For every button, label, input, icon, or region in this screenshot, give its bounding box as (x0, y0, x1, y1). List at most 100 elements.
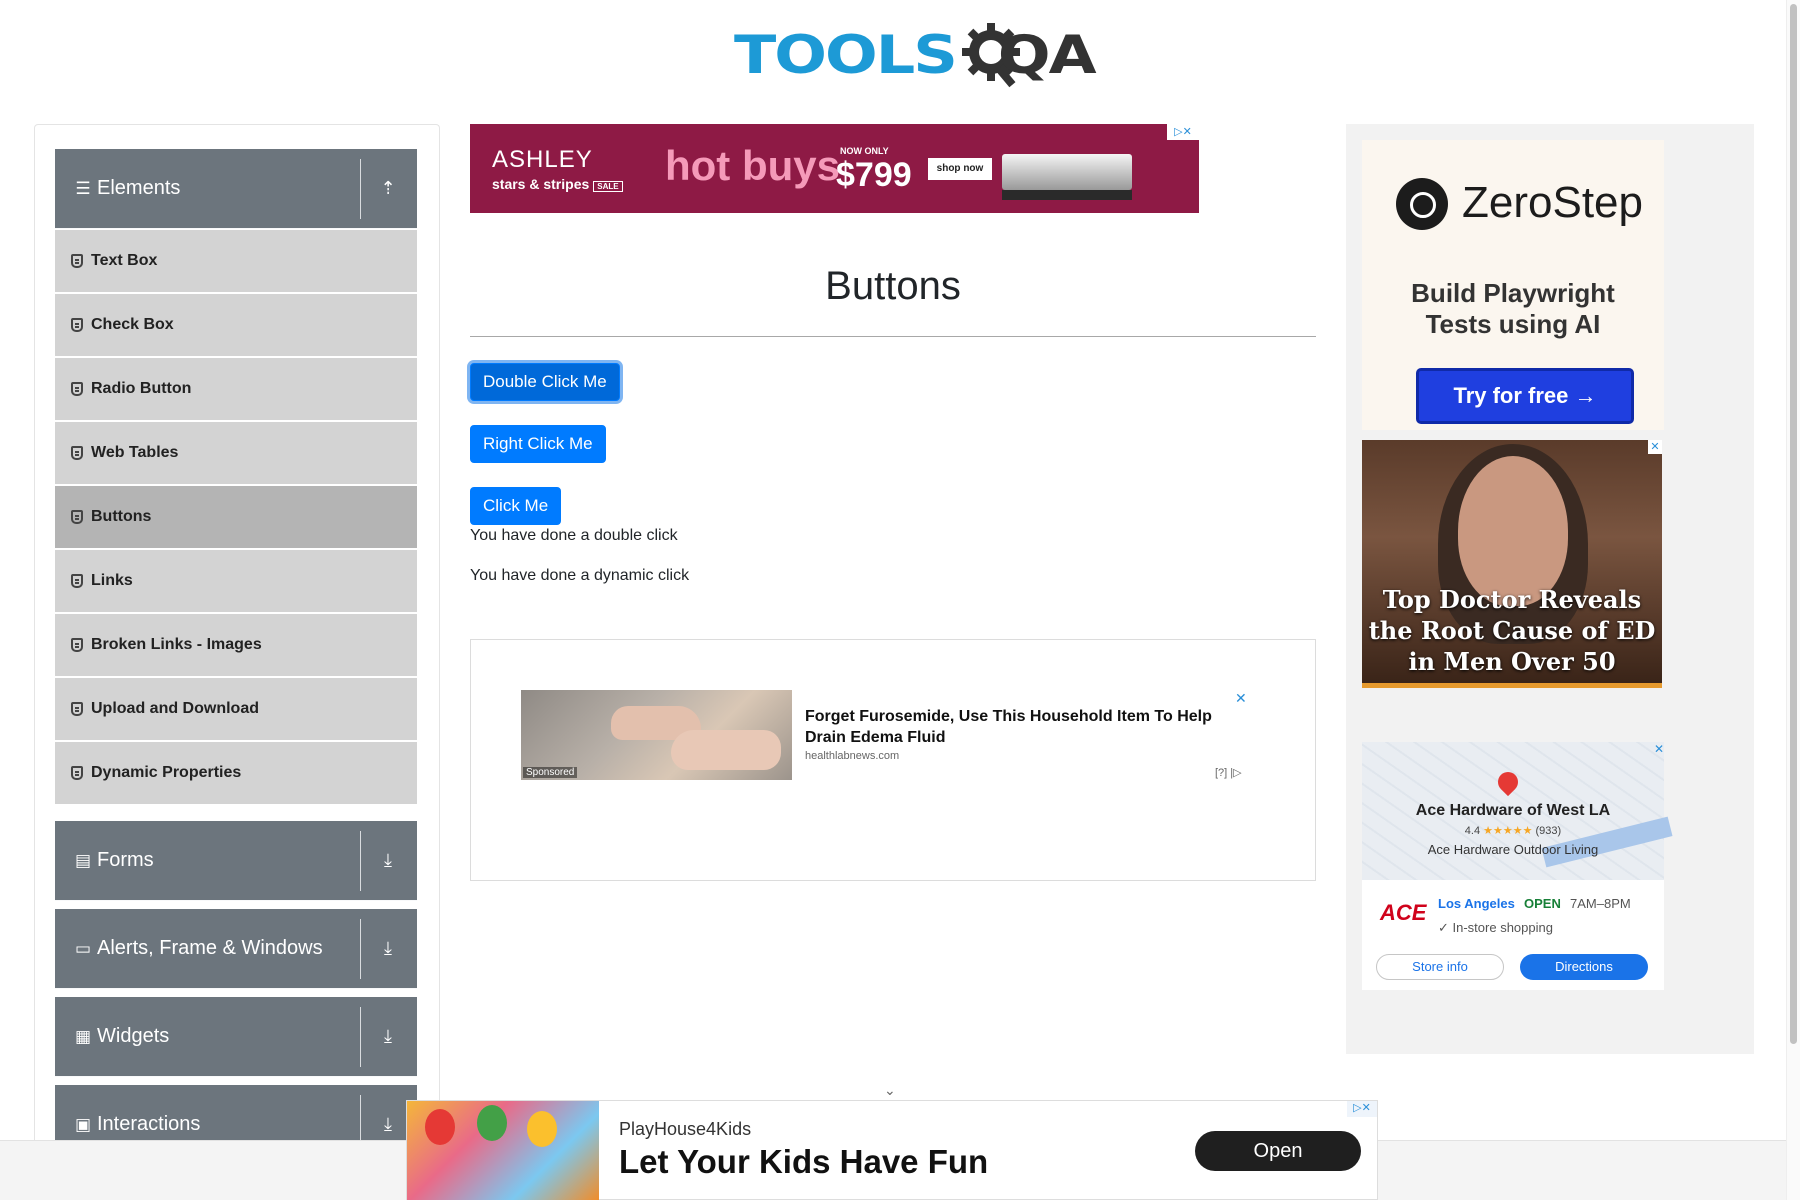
ad-headline-link[interactable]: Forget Furosemide, Use This Household It… (805, 706, 1225, 748)
divider (360, 1006, 361, 1067)
store-info-button[interactable]: Store info (1376, 954, 1504, 980)
sidebar-item-dynamic-properties[interactable]: Dynamic Properties (55, 742, 417, 804)
divider (360, 830, 361, 891)
sidebar-item-label: Radio Button (91, 380, 192, 397)
logo-qa-text: QA (997, 22, 1097, 86)
shop-now-button[interactable]: shop now (928, 158, 992, 180)
right-click-button[interactable]: Right Click Me (470, 425, 606, 463)
edema-native-ad[interactable]: Sponsored Forget Furosemide, Use This Ho… (470, 639, 1316, 881)
sidebar-item-label: Broken Links - Images (91, 636, 262, 653)
sidebar-item-text-box[interactable]: Text Box (55, 230, 417, 292)
right-ad-column: ZeroStep Build Playwright Tests using AI… (1346, 124, 1754, 1054)
download-arrow-icon[interactable]: ⤓ (377, 1026, 399, 1047)
sponsored-label: Sponsored (523, 767, 578, 778)
title-divider (470, 336, 1316, 337)
shield-icon (71, 446, 83, 460)
sidebar-item-label: Buttons (91, 508, 152, 525)
sidebar-item-broken-links[interactable]: Broken Links - Images (55, 614, 417, 676)
sidebar-item-label: Web Tables (91, 444, 179, 461)
rating-value: 4.4 (1464, 825, 1481, 837)
double-click-button[interactable]: Double Click Me (470, 363, 620, 401)
zerostep-tagline: Build Playwright Tests using AI (1362, 278, 1664, 340)
zerostep-logo-icon (1396, 178, 1448, 230)
sidebar-group-elements[interactable]: ☰ Elements ⇡ (55, 149, 417, 229)
balloon-shape (425, 1109, 455, 1145)
download-arrow-icon[interactable]: ⤓ (377, 850, 399, 871)
sidebar-item-label: Links (91, 572, 133, 589)
directions-button[interactable]: Directions (1520, 954, 1648, 980)
ad-close-icon[interactable]: ✕ (1654, 742, 1664, 756)
sidebar-item-web-tables[interactable]: Web Tables (55, 422, 417, 484)
close-icon[interactable]: ✕ (1235, 690, 1247, 707)
sidebar-item-radio-button[interactable]: Radio Button (55, 358, 417, 420)
store-hours: 7AM–8PM (1570, 896, 1631, 911)
shield-icon (71, 510, 83, 524)
ad-close-icon[interactable]: ▷✕ (1167, 124, 1199, 140)
balloon-shape (527, 1111, 557, 1147)
form-icon: ▤ (74, 850, 92, 870)
sidebar-group-forms[interactable]: ▤ Forms ⤓ (55, 821, 417, 901)
sidebar-group-label: Alerts, Frame & Windows (97, 937, 323, 959)
review-count: (933) (1535, 825, 1562, 837)
sidebar-item-check-box[interactable]: Check Box (55, 294, 417, 356)
sidebar-group-alerts[interactable]: ▭ Alerts, Frame & Windows ⤓ (55, 909, 417, 989)
sidebar-item-buttons[interactable]: Buttons (55, 486, 417, 548)
shield-icon (71, 382, 83, 396)
double-click-message: You have done a double click (470, 527, 678, 544)
sidebar-group-label: Forms (97, 849, 154, 871)
chevron-down-icon[interactable]: ⌄ (884, 1082, 896, 1099)
dynamic-click-message: You have done a dynamic click (470, 567, 690, 584)
doctor-ad[interactable]: Top Doctor Reveals the Root Cause of ED … (1362, 440, 1662, 688)
zerostep-tagline-line: Build Playwright (1411, 278, 1615, 308)
ad-tagline: Let Your Kids Have Fun (619, 1143, 989, 1180)
store-name: Ace Hardware of West LA (1415, 802, 1611, 819)
page-title: Buttons (825, 264, 961, 308)
window-icon: ▭ (74, 938, 92, 958)
open-status: OPEN (1524, 896, 1561, 911)
photo-shape (671, 730, 781, 770)
expand-up-icon[interactable]: ⇡ (377, 178, 399, 199)
store-rating: 4.4 ★★★★★ (933) (1362, 824, 1664, 837)
ad-now-only: NOW ONLY (840, 146, 889, 156)
zerostep-ad[interactable]: ZeroStep Build Playwright Tests using AI… (1362, 140, 1664, 430)
download-arrow-icon[interactable]: ⤓ (377, 1114, 399, 1135)
shield-icon (71, 254, 83, 268)
ace-logo: ACE (1380, 900, 1427, 925)
zerostep-tagline-line: Tests using AI (1425, 309, 1601, 339)
shield-icon (71, 702, 83, 716)
adchoices-icon[interactable]: [?] |▷ (1215, 766, 1242, 779)
ad-price: $799 (836, 156, 912, 194)
divider (360, 918, 361, 979)
sidebar-item-label: Check Box (91, 316, 174, 333)
sidebar-item-label: Dynamic Properties (91, 764, 242, 781)
balloon-shape (477, 1105, 507, 1141)
try-for-free-button[interactable]: Try for free → (1416, 368, 1634, 424)
interactions-icon: ▣ (74, 1114, 92, 1134)
ad-sub-label: stars & stripes (492, 176, 590, 192)
scrollbar[interactable] (1786, 0, 1800, 1200)
sidebar-item-label: Upload and Download (91, 700, 259, 717)
ad-headline: hot buys (665, 142, 840, 189)
sidebar-group-widgets[interactable]: ▦ Widgets ⤓ (55, 997, 417, 1077)
sidebar-group-label: Elements (97, 177, 181, 199)
close-icon[interactable]: ✕ (1648, 440, 1662, 454)
toolsqa-logo[interactable]: TOOLS QA (734, 14, 1097, 94)
hamburger-icon: ☰ (75, 178, 91, 198)
sidebar-item-upload-download[interactable]: Upload and Download (55, 678, 417, 740)
ace-hardware-ad[interactable]: Ace Hardware of West LA 4.4 ★★★★★ (933) … (1362, 742, 1673, 990)
playhouse-banner-ad[interactable]: PlayHouse4Kids Let Your Kids Have Fun Op… (406, 1100, 1378, 1200)
shield-icon (71, 766, 83, 780)
zerostep-name: ZeroStep (1462, 178, 1643, 227)
shield-icon (71, 638, 83, 652)
sidebar-group-label: Interactions (97, 1113, 201, 1135)
open-button[interactable]: Open (1195, 1131, 1361, 1171)
sidebar-item-links[interactable]: Links (55, 550, 417, 612)
sidebar-group-label: Widgets (97, 1025, 170, 1047)
ad-close-icon[interactable]: ▷✕ (1347, 1101, 1377, 1117)
divider (360, 158, 361, 219)
scrollbar-thumb[interactable] (1790, 4, 1797, 1044)
ashley-banner-ad[interactable]: ASHLEY stars & stripes SALE hot buys NOW … (470, 124, 1199, 213)
click-me-button[interactable]: Click Me (470, 487, 562, 525)
download-arrow-icon[interactable]: ⤓ (377, 938, 399, 959)
store-label: Ace Hardware Outdoor Living (1427, 842, 1599, 857)
